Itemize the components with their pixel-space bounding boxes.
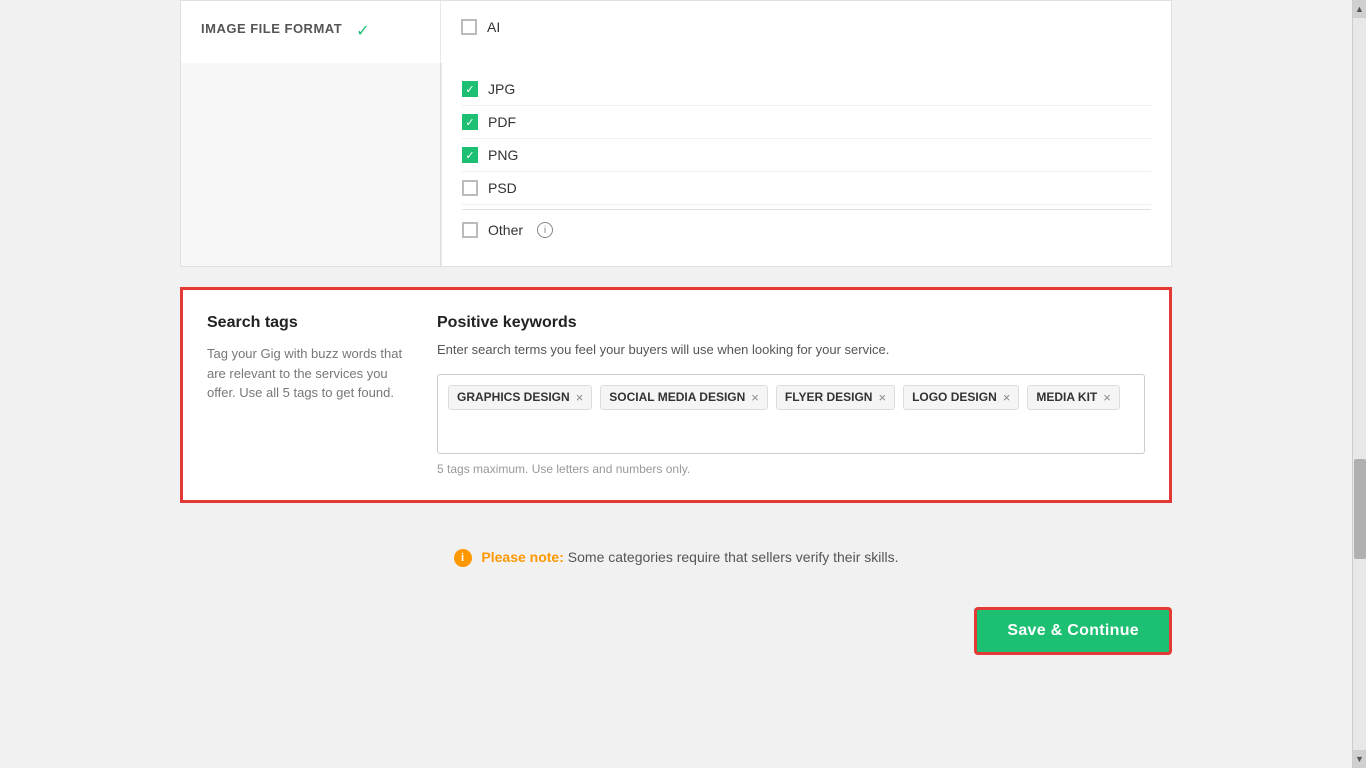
checkbox-jpg[interactable]: ✓ xyxy=(462,81,478,97)
tag-logo-design: LOGO DESIGN × xyxy=(903,385,1019,410)
checkbox-other[interactable] xyxy=(462,222,478,238)
tags-hint: 5 tags maximum. Use letters and numbers … xyxy=(437,462,1145,476)
checkbox-ai[interactable] xyxy=(461,19,477,35)
search-tags-right-col: Positive keywords Enter search terms you… xyxy=(437,314,1145,476)
positive-keywords-title: Positive keywords xyxy=(437,314,1145,332)
please-note-text: Some categories require that sellers ver… xyxy=(568,549,899,565)
image-format-header-row: IMAGE FILE FORMAT ✓ AI xyxy=(180,0,1172,63)
format-label-pdf: PDF xyxy=(488,114,516,130)
format-row-png: ✓ PNG xyxy=(462,139,1151,172)
tag-remove-flyer-design[interactable]: × xyxy=(878,390,886,405)
checkbox-psd[interactable] xyxy=(462,180,478,196)
positive-keywords-desc: Enter search terms you feel your buyers … xyxy=(437,340,1145,360)
tag-flyer-design: FLYER DESIGN × xyxy=(776,385,895,410)
tag-label-social-media-design: SOCIAL MEDIA DESIGN xyxy=(609,390,745,404)
tag-remove-graphics-design[interactable]: × xyxy=(576,390,584,405)
format-row-ai: AI xyxy=(461,11,1151,43)
tag-remove-logo-design[interactable]: × xyxy=(1003,390,1011,405)
page-wrapper: IMAGE FILE FORMAT ✓ AI ✓ JPG xyxy=(0,0,1366,768)
tag-label-flyer-design: FLYER DESIGN xyxy=(785,390,873,404)
tag-label-logo-design: LOGO DESIGN xyxy=(912,390,997,404)
left-grey-panel xyxy=(181,63,441,266)
format-label-png: PNG xyxy=(488,147,518,163)
search-tags-desc: Tag your Gig with buzz words that are re… xyxy=(207,344,407,403)
search-tags-title: Search tags xyxy=(207,314,407,332)
format-options-area: AI xyxy=(441,1,1171,63)
please-note-section: i Please note: Some categories require t… xyxy=(180,533,1172,587)
search-tags-section: Search tags Tag your Gig with buzz words… xyxy=(180,287,1172,503)
tags-input-area[interactable]: GRAPHICS DESIGN × SOCIAL MEDIA DESIGN × … xyxy=(437,374,1145,454)
format-label-psd: PSD xyxy=(488,180,517,196)
tag-remove-social-media-design[interactable]: × xyxy=(751,390,759,405)
tag-graphics-design: GRAPHICS DESIGN × xyxy=(448,385,592,410)
format-row-other: Other i xyxy=(462,214,1151,246)
save-continue-button[interactable]: Save & Continue xyxy=(974,607,1172,655)
tag-remove-media-kit[interactable]: × xyxy=(1103,390,1111,405)
button-row: Save & Continue xyxy=(180,587,1172,695)
tag-label-graphics-design: GRAPHICS DESIGN xyxy=(457,390,570,404)
format-row-psd: PSD xyxy=(462,172,1151,205)
other-info-icon[interactable]: i xyxy=(537,222,553,238)
main-content: IMAGE FILE FORMAT ✓ AI ✓ JPG xyxy=(0,0,1352,695)
image-format-body-row: ✓ JPG ✓ PDF ✓ PNG PSD xyxy=(180,63,1172,267)
tag-social-media-design: SOCIAL MEDIA DESIGN × xyxy=(600,385,768,410)
search-tags-left-col: Search tags Tag your Gig with buzz words… xyxy=(207,314,407,476)
checkbox-png[interactable]: ✓ xyxy=(462,147,478,163)
format-row-pdf: ✓ PDF xyxy=(462,106,1151,139)
image-format-label: IMAGE FILE FORMAT xyxy=(201,21,342,36)
check-icon: ✓ xyxy=(356,21,369,41)
scrollbar-track[interactable]: ▲ ▼ xyxy=(1352,0,1366,768)
please-note-label: Please note: xyxy=(481,549,563,565)
format-row-jpg: ✓ JPG xyxy=(462,73,1151,106)
scrollbar-arrow-up[interactable]: ▲ xyxy=(1353,0,1366,18)
tag-label-media-kit: MEDIA KIT xyxy=(1036,390,1097,404)
checkbox-pdf[interactable]: ✓ xyxy=(462,114,478,130)
scrollbar-thumb[interactable] xyxy=(1354,459,1366,559)
tag-media-kit: MEDIA KIT × xyxy=(1027,385,1119,410)
image-format-label-col: IMAGE FILE FORMAT ✓ xyxy=(181,1,441,63)
format-label-jpg: JPG xyxy=(488,81,515,97)
format-label-ai: AI xyxy=(487,19,500,35)
format-label-other: Other xyxy=(488,222,523,238)
please-note-icon: i xyxy=(454,549,472,567)
scrollbar-arrow-down[interactable]: ▼ xyxy=(1353,750,1366,768)
format-options-body: ✓ JPG ✓ PDF ✓ PNG PSD xyxy=(441,63,1171,266)
